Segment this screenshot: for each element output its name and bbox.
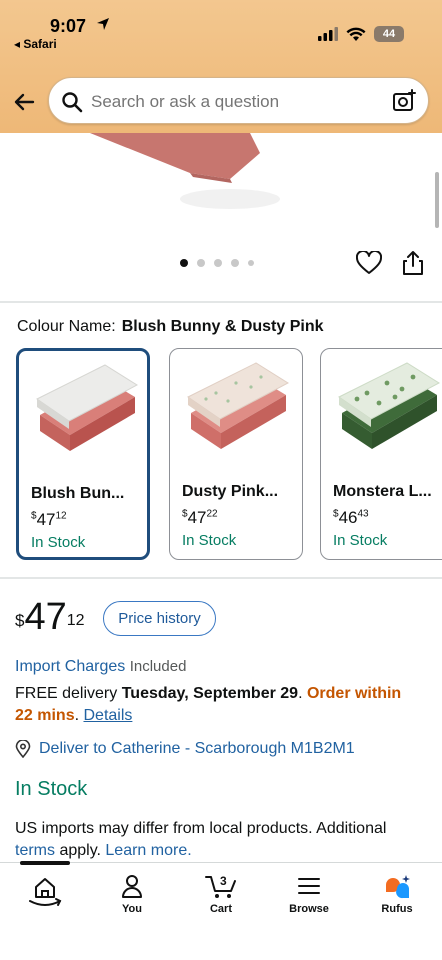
camera-search-icon[interactable] [392,89,416,113]
colour-option-blush-bunny[interactable]: Blush Bun... $4712 In Stock [16,348,150,560]
back-arrow-icon[interactable] [12,90,36,114]
search-input[interactable] [91,91,381,113]
nav-home[interactable] [10,873,80,913]
import-status: Included [129,658,187,675]
carousel-dot[interactable] [214,259,222,267]
product-thumbnail [187,362,290,449]
image-carousel-dots[interactable] [180,259,254,267]
availability-status: In Stock [15,778,88,800]
carousel-dot[interactable] [197,259,205,267]
nav-cart[interactable]: 3 Cart [186,873,256,915]
header: 9:07 ◂ Safari 44 [0,0,442,133]
cart-icon: 3 [205,874,236,898]
option-name: Monstera L... [333,483,432,500]
nav-active-indicator [20,861,70,865]
status-time: 9:07 [50,16,87,36]
nav-browse[interactable]: Browse [274,873,344,915]
nav-cart-label: Cart [209,903,232,915]
details-link[interactable]: Details [83,707,132,724]
option-name: Blush Bun... [31,485,125,502]
status-icons: 44 [318,26,404,42]
option-stock: In Stock [333,532,388,549]
carousel-dot[interactable] [231,259,239,267]
location-pin-icon [15,740,31,758]
colour-label: Colour Name: [17,318,116,335]
signal-icon [318,27,338,41]
option-name: Dusty Pink... [182,483,279,500]
imports-disclaimer: US imports may differ from local product… [15,820,387,859]
option-stock: In Stock [31,534,86,551]
scroll-indicator [435,172,439,228]
nav-browse-label: Browse [289,903,329,915]
terms-link[interactable]: terms [15,842,55,859]
heart-icon[interactable] [356,251,382,275]
search-bar[interactable] [48,77,429,124]
colour-option-monstera[interactable]: Monstera L... $4643 In Stock [320,348,442,560]
battery-icon: 44 [374,26,404,42]
cart-count: 3 [220,874,227,888]
nav-you[interactable]: You [97,873,167,915]
product-thumbnail [338,362,441,449]
menu-icon [298,878,320,894]
search-icon [62,92,83,113]
nav-rufus[interactable]: Rufus [362,873,432,915]
colour-selected-value: Blush Bunny & Dusty Pink [121,318,324,335]
price-history-button[interactable]: Price history [103,601,216,636]
nav-rufus-label: Rufus [381,903,413,915]
deliver-to-location[interactable]: Deliver to Catherine - Scarborough M1B2M… [15,740,355,758]
learn-more-link[interactable]: Learn more. [105,842,191,859]
deliver-to-link[interactable]: Deliver to Catherine - Scarborough M1B2M… [39,740,355,758]
delivery-info: FREE delivery Tuesday, September 29. Ord… [15,685,402,724]
option-price: $4643 [333,508,369,527]
carousel-dot[interactable] [180,259,188,267]
wifi-icon [346,27,366,41]
delivery-date: Tuesday, September 29 [121,685,299,702]
back-to-safari[interactable]: ◂ Safari [14,37,57,51]
divider [0,301,442,303]
import-charges: Import Charges Included [15,658,186,676]
import-charges-link[interactable]: Import Charges [15,658,125,675]
location-arrow-icon [97,18,109,30]
divider [0,577,442,579]
option-price: $4722 [182,508,218,527]
option-price: $4712 [31,510,67,529]
profile-icon [122,875,142,898]
product-image[interactable] [80,133,280,213]
nav-you-label: You [122,903,142,915]
rufus-icon [386,875,410,899]
option-stock: In Stock [182,532,237,549]
share-icon[interactable] [401,250,425,276]
price-display: $4712 [15,596,85,638]
colour-name-line: Colour Name: Blush Bunny & Dusty Pink [17,318,324,336]
product-thumbnail [36,364,139,451]
carousel-dot[interactable] [248,260,254,266]
colour-option-dusty-pink[interactable]: Dusty Pink... $4722 In Stock [169,348,303,560]
bottom-navigation: You 3 Cart Browse Rufus [0,862,442,960]
home-icon [29,878,62,906]
